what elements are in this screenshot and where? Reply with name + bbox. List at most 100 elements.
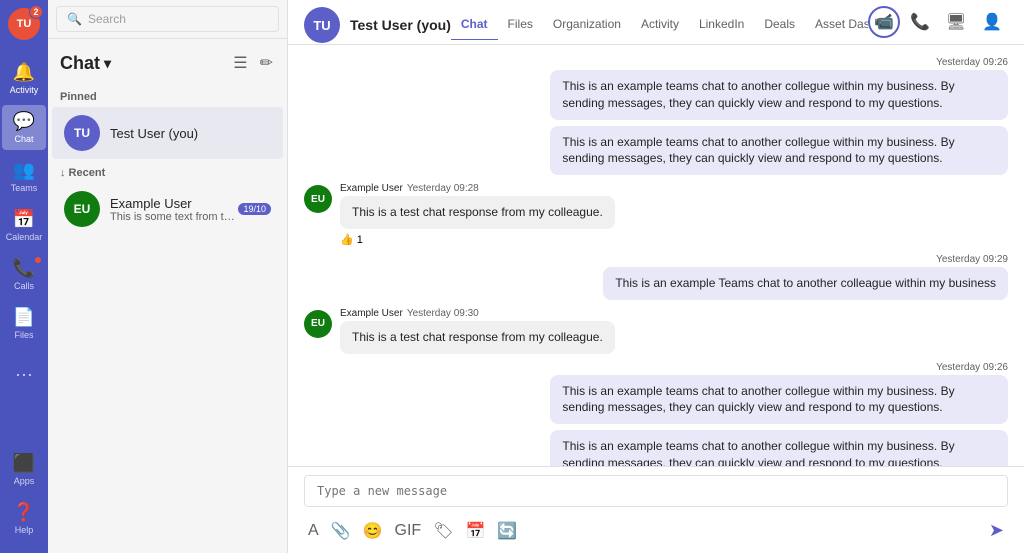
recent-avatar: EU (64, 191, 100, 227)
chevron-down-icon[interactable]: ▾ (104, 55, 111, 72)
tab-chat[interactable]: Chat (451, 11, 498, 40)
message-time: Yesterday 09:28 (407, 183, 479, 194)
message-row: EU Example User Yesterday 09:30 This is … (304, 308, 1008, 354)
compose-toolbar: A 📎 😊 GIF 🏷 📅 🔄 ➤ (304, 512, 1008, 545)
message-bubble: This is an example teams chat to another… (550, 126, 1008, 176)
message-time: Yesterday 09:26 (936, 57, 1008, 68)
search-placeholder: Search (88, 12, 126, 26)
sidebar-item-more[interactable]: ··· (2, 358, 46, 393)
share-screen-button[interactable]: 🖥 (940, 6, 972, 38)
nav-rail: TU 2 🔔 Activity 💬 Chat 👥 Teams 📅 Calenda… (0, 0, 48, 553)
sidebar-item-chat[interactable]: 💬 Chat (2, 105, 46, 150)
sidebar-item-activity[interactable]: 🔔 Activity (2, 56, 46, 101)
chat-list-actions: ☰ ✏ (231, 51, 275, 75)
attach-button[interactable]: 📎 (327, 517, 355, 545)
unread-badge: 19/10 (238, 203, 271, 215)
chat-header-left: TU Test User (you) (304, 7, 451, 43)
share-icon: 🖥 (946, 12, 966, 32)
teams-icon: 👥 (13, 160, 35, 181)
people-button[interactable]: 👤 (976, 6, 1008, 38)
new-chat-button[interactable]: ✏ (258, 51, 275, 75)
chat-title-text: Chat (60, 53, 100, 74)
message-content: Yesterday 09:26 This is an example teams… (550, 362, 1008, 466)
main-area: TU Test User (you) Chat Files Organizati… (288, 0, 1024, 553)
sticker-button[interactable]: 🏷 (429, 517, 457, 545)
sidebar-item-teams[interactable]: 👥 Teams (2, 154, 46, 199)
message-sender: Example User (340, 308, 403, 319)
help-icon: ❓ (13, 502, 35, 523)
message-avatar: EU (304, 185, 332, 213)
message-avatar: EU (304, 310, 332, 338)
video-call-button[interactable]: 📹 (868, 6, 900, 38)
notification-badge: 2 (29, 5, 43, 19)
message-meta: Yesterday 09:29 (936, 254, 1008, 265)
schedule-button[interactable]: 📅 (462, 517, 490, 545)
pinned-chat-name: Test User (you) (110, 126, 271, 141)
messages-area[interactable]: Yesterday 09:26 This is an example teams… (288, 45, 1024, 466)
pinned-section: Pinned TU Test User (you) (48, 83, 287, 163)
message-bubble: This is an example Teams chat to another… (603, 267, 1008, 300)
message-bubble: This is a test chat response from my col… (340, 321, 615, 354)
message-time: Yesterday 09:26 (936, 362, 1008, 373)
chat-header-actions: 📹 📞 🖥 👤 (868, 6, 1008, 44)
message-bubble: This is an example teams chat to another… (550, 430, 1008, 466)
message-content: Example User Yesterday 09:28 This is a t… (340, 183, 615, 246)
people-icon: 👤 (982, 12, 1002, 32)
files-label: Files (14, 330, 33, 340)
chat-list-header: Chat ▾ ☰ ✏ (48, 39, 287, 83)
message-bubble: This is an example teams chat to another… (550, 70, 1008, 120)
chat-list-panel: 🔍 Search Chat ▾ ☰ ✏ Pinned TU Test User … (48, 0, 288, 553)
activity-icon: 🔔 (13, 62, 35, 83)
sidebar-item-apps[interactable]: ⬛ Apps (2, 447, 46, 492)
chat-tabs: Chat Files Organization Activity LinkedI… (451, 11, 868, 40)
compose-input[interactable] (304, 475, 1008, 507)
tab-asset-dashboard[interactable]: Asset Dashboard - Exa... (805, 11, 868, 40)
pinned-chat-info: Test User (you) (110, 126, 271, 141)
chat-header: TU Test User (you) Chat Files Organizati… (288, 0, 1024, 45)
pinned-label: Pinned (48, 87, 287, 107)
tab-organization[interactable]: Organization (543, 11, 631, 40)
teams-label: Teams (11, 183, 38, 193)
message-content: Example User Yesterday 09:30 This is a t… (340, 308, 615, 354)
format-button[interactable]: A (304, 518, 323, 544)
apps-icon: ⬛ (13, 453, 35, 474)
chat-list-title: Chat ▾ (60, 53, 111, 74)
compose-area: A 📎 😊 GIF 🏷 📅 🔄 ➤ (288, 466, 1024, 553)
tab-activity[interactable]: Activity (631, 11, 689, 40)
sidebar-item-calendar[interactable]: 📅 Calendar (2, 203, 46, 248)
recent-chat-name: Example User (110, 196, 238, 211)
audio-call-button[interactable]: 📞 (904, 6, 936, 38)
message-row: Yesterday 09:26 This is an example teams… (304, 362, 1008, 466)
rail-bottom: ⬛ Apps ❓ Help (2, 447, 46, 545)
emoji-button[interactable]: 😊 (359, 517, 387, 545)
message-meta: Yesterday 09:26 (936, 362, 1008, 373)
filter-button[interactable]: ☰ (231, 51, 249, 75)
send-button[interactable]: ➤ (985, 516, 1008, 545)
sidebar-item-files[interactable]: 📄 Files (2, 301, 46, 346)
calendar-label: Calendar (6, 232, 43, 242)
sidebar-item-calls[interactable]: 📞 Calls (2, 252, 46, 297)
recent-chat-item[interactable]: EU Example User This is some text from t… (52, 183, 283, 235)
message-meta: Example User Yesterday 09:28 (340, 183, 615, 194)
message-reaction: 👍 1 (340, 233, 615, 246)
help-label: Help (15, 525, 34, 535)
search-bar[interactable]: 🔍 Search (56, 6, 279, 32)
tab-deals[interactable]: Deals (754, 11, 805, 40)
recent-label: ↓ Recent (48, 163, 287, 183)
calendar-icon: 📅 (13, 209, 35, 230)
chat-header-avatar: TU (304, 7, 340, 43)
message-bubble: This is a test chat response from my col… (340, 196, 615, 229)
message-meta: Example User Yesterday 09:30 (340, 308, 615, 319)
pinned-chat-item[interactable]: TU Test User (you) (52, 107, 283, 159)
calls-icon: 📞 (13, 258, 35, 279)
pinned-avatar: TU (64, 115, 100, 151)
message-bubble: This is an example teams chat to another… (550, 375, 1008, 425)
tab-linkedin[interactable]: LinkedIn (689, 11, 754, 40)
tab-files[interactable]: Files (498, 11, 543, 40)
sidebar-item-help[interactable]: ❓ Help (2, 496, 46, 541)
loop-button[interactable]: 🔄 (493, 517, 521, 545)
user-avatar[interactable]: TU 2 (8, 8, 40, 40)
recent-chat-meta: 19/10 (238, 203, 271, 215)
gif-button[interactable]: GIF (391, 518, 426, 544)
message-time: Yesterday 09:29 (936, 254, 1008, 265)
